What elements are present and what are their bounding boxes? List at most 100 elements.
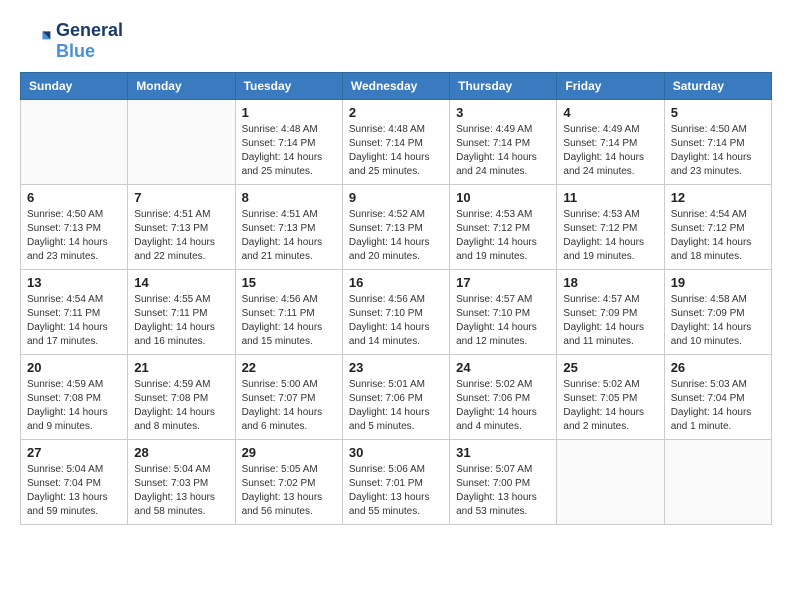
day-info: Sunrise: 4:50 AM Sunset: 7:14 PM Dayligh…	[671, 123, 765, 179]
calendar-cell: 3 Sunrise: 4:49 AM Sunset: 7:14 PM Daylig…	[450, 100, 557, 185]
day-info: Sunrise: 4:56 AM Sunset: 7:10 PM Dayligh…	[349, 293, 443, 349]
calendar-cell	[664, 440, 771, 525]
calendar-cell: 20Sunrise: 4:59 AM Sunset: 7:08 PM Dayli…	[21, 355, 128, 440]
day-info: Sunrise: 4:57 AM Sunset: 7:09 PM Dayligh…	[563, 293, 657, 349]
calendar-cell: 27 Sunrise: 5:04 AM Sunset: 7:04 PM Dayli…	[21, 440, 128, 525]
day-number: 4	[563, 105, 657, 120]
calendar-week-row: 20 Sunrise: 4:59 AM Sunset: 7:08 PM Dayli…	[21, 355, 772, 440]
day-number: 25	[563, 360, 657, 375]
day-number: 6	[27, 190, 121, 205]
day-number: 7	[134, 190, 228, 205]
calendar-cell: 8 Sunrise: 4:51 AM Sunset: 7:13 PM Daylig…	[235, 185, 342, 270]
calendar-cell: 10Sunrise: 4:53 AM Sunset: 7:12 PM Dayli…	[450, 185, 557, 270]
day-number: 2	[349, 105, 443, 120]
calendar-week-row: 1Sunrise: 4:48 AM Sunset: 7:14 PM Daylig…	[21, 100, 772, 185]
day-info: Sunrise: 4:49 AM Sunset: 7:14 PM Dayligh…	[563, 123, 657, 179]
calendar-cell: 21Sunrise: 4:59 AM Sunset: 7:08 PM Dayli…	[128, 355, 235, 440]
day-info: Sunrise: 4:51 AM Sunset: 7:13 PM Dayligh…	[134, 208, 228, 264]
day-number: 8	[242, 190, 336, 205]
calendar-cell: 1Sunrise: 4:48 AM Sunset: 7:14 PM Daylig…	[235, 100, 342, 185]
day-info: Sunrise: 5:02 AM Sunset: 7:05 PM Dayligh…	[563, 378, 657, 434]
weekday-header: Sunday	[21, 73, 128, 100]
calendar-week-row: 27 Sunrise: 5:04 AM Sunset: 7:04 PM Dayli…	[21, 440, 772, 525]
day-info: Sunrise: 5:07 AM Sunset: 7:00 PM Dayligh…	[456, 463, 550, 519]
logo-text-line1: General	[56, 20, 123, 41]
calendar-cell: 2Sunrise: 4:48 AM Sunset: 7:14 PM Daylig…	[342, 100, 449, 185]
calendar-cell: 5 Sunrise: 4:50 AM Sunset: 7:14 PM Daylig…	[664, 100, 771, 185]
calendar-cell	[128, 100, 235, 185]
day-number: 30	[349, 445, 443, 460]
calendar-cell: 29Sunrise: 5:05 AM Sunset: 7:02 PM Dayli…	[235, 440, 342, 525]
calendar-cell: 23 Sunrise: 5:01 AM Sunset: 7:06 PM Dayli…	[342, 355, 449, 440]
day-number: 26	[671, 360, 765, 375]
calendar-week-row: 6 Sunrise: 4:50 AM Sunset: 7:13 PM Daylig…	[21, 185, 772, 270]
calendar-cell: 26 Sunrise: 5:03 AM Sunset: 7:04 PM Dayli…	[664, 355, 771, 440]
day-number: 17	[456, 275, 550, 290]
calendar-cell: 31 Sunrise: 5:07 AM Sunset: 7:00 PM Dayli…	[450, 440, 557, 525]
day-info: Sunrise: 5:04 AM Sunset: 7:03 PM Dayligh…	[134, 463, 228, 519]
calendar-cell: 25 Sunrise: 5:02 AM Sunset: 7:05 PM Dayli…	[557, 355, 664, 440]
day-info: Sunrise: 4:58 AM Sunset: 7:09 PM Dayligh…	[671, 293, 765, 349]
day-info: Sunrise: 5:03 AM Sunset: 7:04 PM Dayligh…	[671, 378, 765, 434]
weekday-header: Tuesday	[235, 73, 342, 100]
day-number: 13	[27, 275, 121, 290]
calendar-week-row: 13 Sunrise: 4:54 AM Sunset: 7:11 PM Dayli…	[21, 270, 772, 355]
logo-icon	[20, 25, 52, 57]
day-info: Sunrise: 5:04 AM Sunset: 7:04 PM Dayligh…	[27, 463, 121, 519]
calendar-cell: 16 Sunrise: 4:56 AM Sunset: 7:10 PM Dayli…	[342, 270, 449, 355]
day-info: Sunrise: 5:02 AM Sunset: 7:06 PM Dayligh…	[456, 378, 550, 434]
day-info: Sunrise: 4:52 AM Sunset: 7:13 PM Dayligh…	[349, 208, 443, 264]
day-info: Sunrise: 4:59 AM Sunset: 7:08 PM Dayligh…	[134, 378, 228, 434]
day-info: Sunrise: 4:53 AM Sunset: 7:12 PM Dayligh…	[563, 208, 657, 264]
day-info: Sunrise: 4:54 AM Sunset: 7:12 PM Dayligh…	[671, 208, 765, 264]
day-info: Sunrise: 4:57 AM Sunset: 7:10 PM Dayligh…	[456, 293, 550, 349]
day-number: 28	[134, 445, 228, 460]
day-number: 27	[27, 445, 121, 460]
day-number: 12	[671, 190, 765, 205]
day-info: Sunrise: 5:01 AM Sunset: 7:06 PM Dayligh…	[349, 378, 443, 434]
calendar-cell: 14Sunrise: 4:55 AM Sunset: 7:11 PM Dayli…	[128, 270, 235, 355]
calendar-cell: 19 Sunrise: 4:58 AM Sunset: 7:09 PM Dayli…	[664, 270, 771, 355]
weekday-header: Wednesday	[342, 73, 449, 100]
day-number: 31	[456, 445, 550, 460]
day-info: Sunrise: 4:53 AM Sunset: 7:12 PM Dayligh…	[456, 208, 550, 264]
calendar-cell: 9 Sunrise: 4:52 AM Sunset: 7:13 PM Daylig…	[342, 185, 449, 270]
day-number: 22	[242, 360, 336, 375]
calendar-cell: 28 Sunrise: 5:04 AM Sunset: 7:03 PM Dayli…	[128, 440, 235, 525]
day-number: 9	[349, 190, 443, 205]
day-number: 20	[27, 360, 121, 375]
calendar-cell: 13 Sunrise: 4:54 AM Sunset: 7:11 PM Dayli…	[21, 270, 128, 355]
day-info: Sunrise: 4:56 AM Sunset: 7:11 PM Dayligh…	[242, 293, 336, 349]
day-number: 14	[134, 275, 228, 290]
day-number: 19	[671, 275, 765, 290]
calendar-cell	[21, 100, 128, 185]
day-info: Sunrise: 4:50 AM Sunset: 7:13 PM Dayligh…	[27, 208, 121, 264]
calendar-cell: 6 Sunrise: 4:50 AM Sunset: 7:13 PM Daylig…	[21, 185, 128, 270]
day-number: 3	[456, 105, 550, 120]
day-info: Sunrise: 4:49 AM Sunset: 7:14 PM Dayligh…	[456, 123, 550, 179]
calendar-table: SundayMondayTuesdayWednesdayThursdayFrid…	[20, 72, 772, 525]
logo-text-line2: Blue	[56, 41, 123, 62]
day-number: 18	[563, 275, 657, 290]
calendar-cell	[557, 440, 664, 525]
calendar-cell: 18 Sunrise: 4:57 AM Sunset: 7:09 PM Dayli…	[557, 270, 664, 355]
weekday-header: Saturday	[664, 73, 771, 100]
day-number: 15	[242, 275, 336, 290]
day-number: 11	[563, 190, 657, 205]
day-number: 1	[242, 105, 336, 120]
day-number: 23	[349, 360, 443, 375]
calendar-cell: 12 Sunrise: 4:54 AM Sunset: 7:12 PM Dayli…	[664, 185, 771, 270]
calendar-cell: 4 Sunrise: 4:49 AM Sunset: 7:14 PM Daylig…	[557, 100, 664, 185]
day-number: 5	[671, 105, 765, 120]
logo: General Blue	[20, 20, 123, 62]
day-number: 16	[349, 275, 443, 290]
weekday-header: Friday	[557, 73, 664, 100]
day-info: Sunrise: 4:51 AM Sunset: 7:13 PM Dayligh…	[242, 208, 336, 264]
day-info: Sunrise: 4:54 AM Sunset: 7:11 PM Dayligh…	[27, 293, 121, 349]
day-number: 24	[456, 360, 550, 375]
calendar-cell: 7 Sunrise: 4:51 AM Sunset: 7:13 PM Daylig…	[128, 185, 235, 270]
calendar-header-row: SundayMondayTuesdayWednesdayThursdayFrid…	[21, 73, 772, 100]
calendar-cell: 11 Sunrise: 4:53 AM Sunset: 7:12 PM Dayli…	[557, 185, 664, 270]
calendar-cell: 30Sunrise: 5:06 AM Sunset: 7:01 PM Dayli…	[342, 440, 449, 525]
day-info: Sunrise: 5:00 AM Sunset: 7:07 PM Dayligh…	[242, 378, 336, 434]
